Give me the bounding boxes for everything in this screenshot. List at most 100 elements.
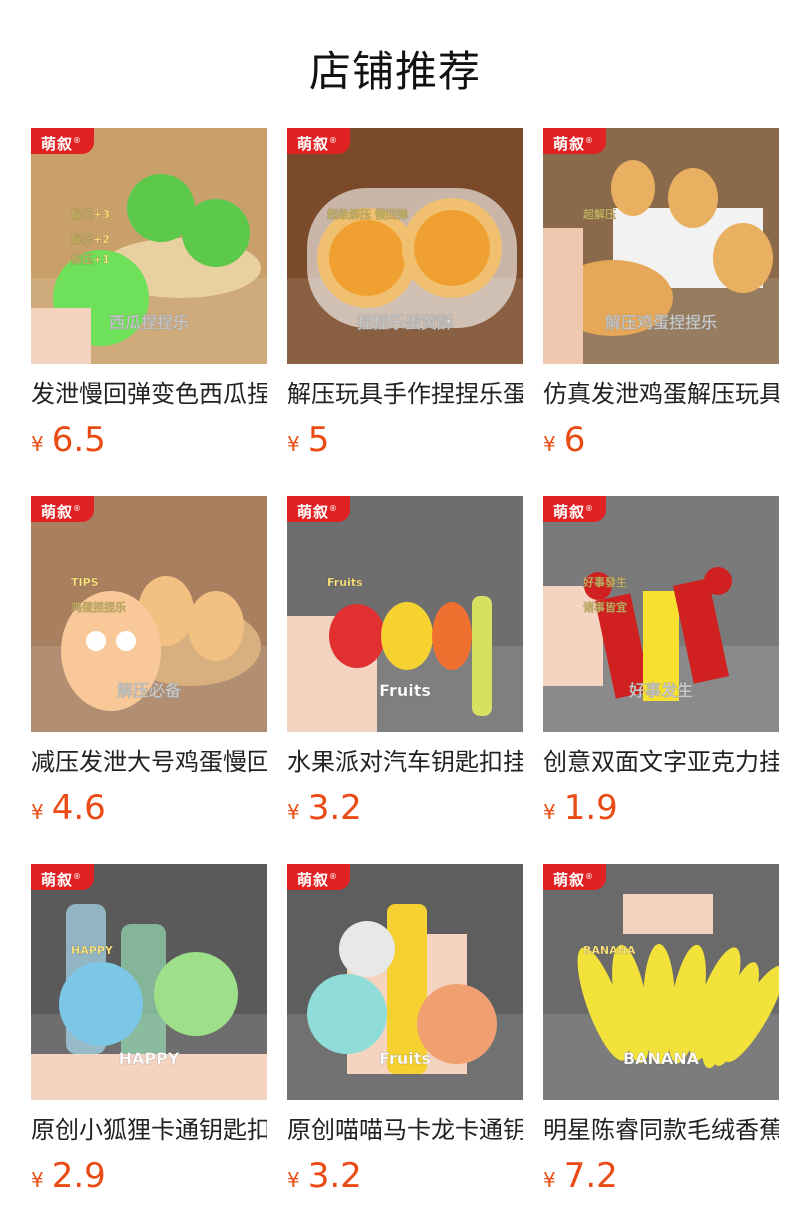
product-title[interactable]: 仿真发泄鸡蛋解压玩具 bbox=[543, 378, 779, 410]
page-title: 店铺推荐 bbox=[308, 47, 481, 96]
product-price: ¥3.2 bbox=[287, 1156, 523, 1196]
product-card[interactable]: Fruits 萌叙® 原创喵喵马卡龙卡通钥匙扣 ¥3.2 bbox=[287, 864, 523, 1196]
product-image-caption: 解压+1 bbox=[71, 252, 110, 266]
product-image[interactable]: 好事发生 好事發生诸事皆宜 萌叙® bbox=[543, 496, 779, 732]
product-title[interactable]: 解压玩具手作捏捏乐蛋黄酥 bbox=[287, 378, 523, 410]
product-image-caption: BANANA bbox=[583, 944, 636, 957]
product-image-caption: 好事发生 bbox=[628, 681, 693, 700]
registered-mark-icon: ® bbox=[585, 504, 595, 513]
price-value: 3.2 bbox=[307, 788, 362, 828]
product-image[interactable]: 西瓜捏捏乐 解压+3 解压+2 解压+1 萌叙® bbox=[31, 128, 267, 364]
brand-badge-label: 萌叙 bbox=[297, 871, 330, 889]
brand-badge-label: 萌叙 bbox=[41, 871, 74, 889]
currency-symbol: ¥ bbox=[31, 1168, 44, 1192]
product-image-caption: Fruits bbox=[327, 576, 363, 589]
product-image[interactable]: 解压鸡蛋捏捏乐 超解压 萌叙® bbox=[543, 128, 779, 364]
product-price: ¥3.2 bbox=[287, 788, 523, 828]
currency-symbol: ¥ bbox=[287, 1168, 300, 1192]
product-image[interactable]: 解压必备 TIPS 鸡蛋捏捏乐 萌叙® bbox=[31, 496, 267, 732]
product-card[interactable]: HAPPY HAPPY 萌叙® 原创小狐狸卡通钥匙扣 ¥2.9 bbox=[31, 864, 267, 1196]
product-image-caption: 解压+2 bbox=[71, 232, 110, 246]
currency-symbol: ¥ bbox=[543, 1168, 556, 1192]
registered-mark-icon: ® bbox=[73, 136, 83, 145]
product-card[interactable]: 西瓜捏捏乐 解压+3 解压+2 解压+1 萌叙® 发泄慢回弹变色西瓜捏捏乐 ¥6.5 bbox=[31, 128, 267, 460]
product-price: ¥1.9 bbox=[543, 788, 779, 828]
product-price: ¥7.2 bbox=[543, 1156, 779, 1196]
price-value: 6 bbox=[563, 420, 586, 460]
brand-badge: 萌叙® bbox=[543, 128, 607, 154]
brand-badge: 萌叙® bbox=[287, 496, 351, 522]
product-image-caption: 好事發生 bbox=[582, 575, 627, 589]
brand-badge-label: 萌叙 bbox=[297, 135, 330, 153]
price-value: 3.2 bbox=[307, 1156, 362, 1196]
product-title[interactable]: 减压发泄大号鸡蛋慢回弹 bbox=[31, 746, 267, 778]
brand-badge-label: 萌叙 bbox=[553, 871, 586, 889]
product-image-caption: 解压必备 bbox=[117, 681, 182, 700]
brand-badge-label: 萌叙 bbox=[41, 135, 74, 153]
product-title[interactable]: 水果派对汽车钥匙扣挂件 bbox=[287, 746, 523, 778]
product-card[interactable]: Fruits Fruits 萌叙® 水果派对汽车钥匙扣挂件 ¥3.2 bbox=[287, 496, 523, 828]
price-value: 6.5 bbox=[51, 420, 106, 460]
product-image-caption: 捏捏乐蛋黄酥 bbox=[357, 313, 453, 332]
product-image-caption: 诸事皆宜 bbox=[583, 600, 627, 614]
product-title[interactable]: 原创小狐狸卡通钥匙扣 bbox=[31, 1114, 267, 1146]
product-card[interactable]: 解压必备 TIPS 鸡蛋捏捏乐 萌叙® 减压发泄大号鸡蛋慢回弹 ¥4.6 bbox=[31, 496, 267, 828]
currency-symbol: ¥ bbox=[287, 432, 300, 456]
brand-badge-label: 萌叙 bbox=[297, 503, 330, 521]
brand-badge-label: 萌叙 bbox=[41, 503, 74, 521]
product-image[interactable]: HAPPY HAPPY 萌叙® bbox=[31, 864, 267, 1100]
product-image[interactable]: BANANA BANANA 萌叙® bbox=[543, 864, 779, 1100]
currency-symbol: ¥ bbox=[287, 800, 300, 824]
product-image-caption: BANANA bbox=[623, 1049, 700, 1068]
currency-symbol: ¥ bbox=[31, 432, 44, 456]
brand-badge: 萌叙® bbox=[543, 864, 607, 890]
brand-badge: 萌叙® bbox=[287, 128, 351, 154]
price-value: 2.9 bbox=[51, 1156, 106, 1196]
product-price: ¥5 bbox=[287, 420, 523, 460]
price-value: 7.2 bbox=[563, 1156, 618, 1196]
product-grid: 西瓜捏捏乐解压+3解压+2解压+1萌叙®发泄慢回弹变色西瓜捏捏乐¥6.5捏捏乐蛋… bbox=[0, 128, 790, 1232]
registered-mark-icon: ® bbox=[73, 872, 83, 881]
product-image-caption: TIPS bbox=[71, 576, 99, 589]
registered-mark-icon: ® bbox=[329, 136, 339, 145]
product-card[interactable]: 好事发生 好事發生诸事皆宜 萌叙® 创意双面文字亚克力挂件 ¥1.9 bbox=[543, 496, 779, 828]
product-image-caption: 解压鸡蛋捏捏乐 bbox=[605, 313, 717, 332]
product-title[interactable]: 创意双面文字亚克力挂件 bbox=[543, 746, 779, 778]
product-image-caption: 超级解压 慢回弹 bbox=[326, 207, 408, 221]
product-image-caption: 鸡蛋捏捏乐 bbox=[70, 600, 126, 614]
product-card[interactable]: 解压鸡蛋捏捏乐 超解压 萌叙® 仿真发泄鸡蛋解压玩具 ¥6 bbox=[543, 128, 779, 460]
brand-badge: 萌叙® bbox=[287, 864, 351, 890]
registered-mark-icon: ® bbox=[329, 504, 339, 513]
brand-badge-label: 萌叙 bbox=[553, 503, 586, 521]
product-title[interactable]: 明星陈睿同款毛绒香蕉挂件 bbox=[543, 1114, 779, 1146]
product-image-caption: 解压+3 bbox=[71, 207, 110, 221]
price-value: 1.9 bbox=[563, 788, 618, 828]
product-image[interactable]: 捏捏乐蛋黄酥 超级解压 慢回弹 萌叙® bbox=[287, 128, 523, 364]
page-header: 店铺推荐 bbox=[0, 0, 790, 128]
product-card[interactable]: BANANA BANANA 萌叙® 明星陈睿同款毛绒香蕉挂件 ¥7.2 bbox=[543, 864, 779, 1196]
registered-mark-icon: ® bbox=[73, 504, 83, 513]
product-price: ¥6 bbox=[543, 420, 779, 460]
registered-mark-icon: ® bbox=[329, 872, 339, 881]
brand-badge: 萌叙® bbox=[31, 864, 95, 890]
product-price: ¥4.6 bbox=[31, 788, 267, 828]
price-value: 5 bbox=[307, 420, 330, 460]
currency-symbol: ¥ bbox=[543, 432, 556, 456]
brand-badge: 萌叙® bbox=[543, 496, 607, 522]
product-title[interactable]: 原创喵喵马卡龙卡通钥匙扣 bbox=[287, 1114, 523, 1146]
product-image[interactable]: Fruits 萌叙® bbox=[287, 864, 523, 1100]
registered-mark-icon: ® bbox=[585, 136, 595, 145]
product-price: ¥2.9 bbox=[31, 1156, 267, 1196]
product-image-caption: Fruits bbox=[379, 1049, 431, 1068]
product-price: ¥6.5 bbox=[31, 420, 267, 460]
registered-mark-icon: ® bbox=[585, 872, 595, 881]
product-image-caption: HAPPY bbox=[71, 944, 114, 957]
product-image[interactable]: Fruits Fruits 萌叙® bbox=[287, 496, 523, 732]
product-image-caption: Fruits bbox=[379, 681, 431, 700]
brand-badge: 萌叙® bbox=[31, 496, 95, 522]
product-image-caption: 超解压 bbox=[582, 207, 616, 221]
product-image-caption: 西瓜捏捏乐 bbox=[109, 313, 189, 332]
product-title[interactable]: 发泄慢回弹变色西瓜捏捏乐 bbox=[31, 378, 267, 410]
product-card[interactable]: 捏捏乐蛋黄酥 超级解压 慢回弹 萌叙® 解压玩具手作捏捏乐蛋黄酥 ¥5 bbox=[287, 128, 523, 460]
brand-badge-label: 萌叙 bbox=[553, 135, 586, 153]
